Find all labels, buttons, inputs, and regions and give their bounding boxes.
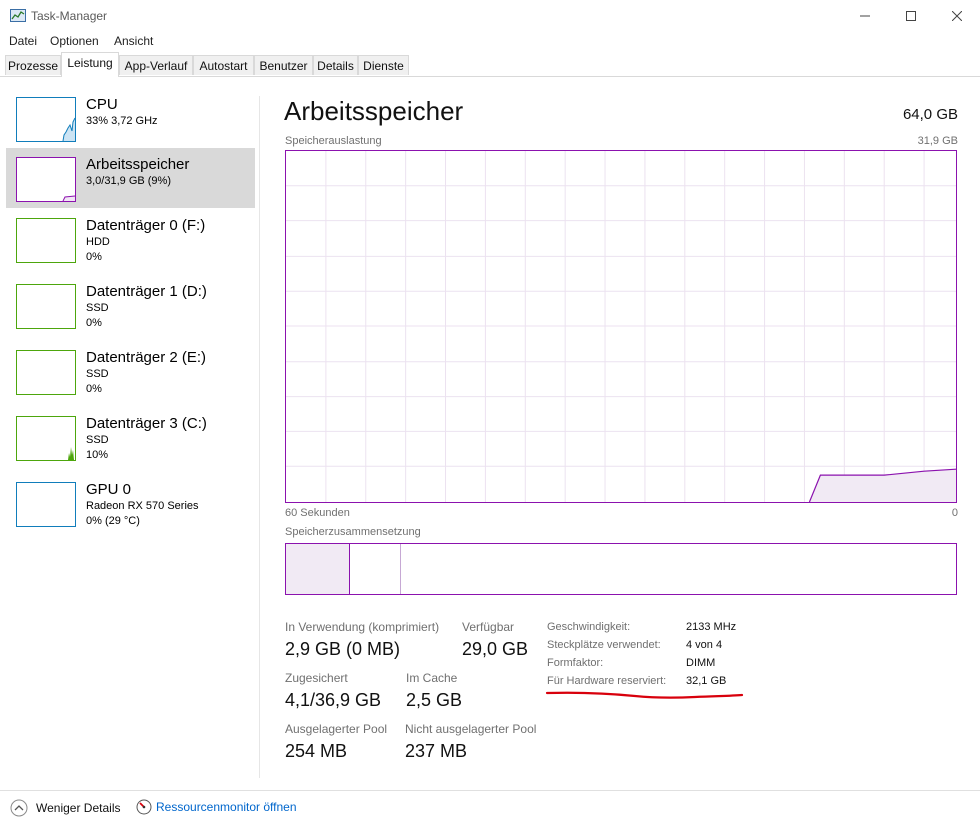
usage-graph-max: 31,9 GB bbox=[917, 135, 958, 147]
sidebar-title-disk3: Datenträger 3 (C:) bbox=[86, 415, 207, 432]
resource-monitor-icon bbox=[136, 799, 152, 815]
sidebar-type-disk2: SSD bbox=[86, 368, 109, 380]
task-manager-icon bbox=[10, 9, 26, 22]
hardware-reserved-value: 32,1 GB bbox=[686, 675, 727, 687]
tab-benutzer[interactable]: Benutzer bbox=[254, 55, 313, 75]
resource-monitor-link[interactable]: Ressourcenmonitor öffnen bbox=[136, 799, 297, 815]
fewer-details-label: Weniger Details bbox=[36, 801, 121, 815]
menu-ansicht[interactable]: Ansicht bbox=[114, 34, 153, 48]
sidebar-title-cpu: CPU bbox=[86, 96, 118, 113]
tab-dienste[interactable]: Dienste bbox=[358, 55, 409, 75]
graph-time-left: 60 Sekunden bbox=[285, 507, 350, 519]
hardware-reserved-label: Für Hardware reserviert: bbox=[547, 675, 667, 687]
close-button[interactable] bbox=[934, 0, 980, 31]
slots-value: 4 von 4 bbox=[686, 639, 723, 651]
sidebar-item-disk0[interactable]: Datenträger 0 (F:) HDD 0% bbox=[6, 212, 255, 272]
window-title: Task-Manager bbox=[31, 9, 108, 23]
sidebar-item-disk3[interactable]: Datenträger 3 (C:) SSD 10% bbox=[6, 410, 255, 470]
menu-optionen[interactable]: Optionen bbox=[50, 34, 99, 48]
committed-label: Zugesichert bbox=[285, 671, 348, 685]
chevron-up-circle-icon bbox=[10, 799, 28, 817]
composition-label: Speicherzusammensetzung bbox=[285, 526, 421, 538]
cached-value: 2,5 GB bbox=[406, 690, 463, 710]
close-icon bbox=[952, 10, 962, 21]
graph-time-right: 0 bbox=[951, 507, 958, 519]
tab-prozesse[interactable]: Prozesse bbox=[5, 55, 61, 75]
composition-modified bbox=[350, 544, 401, 594]
minimize-button[interactable] bbox=[842, 0, 888, 31]
tab-bar: Prozesse Leistung App-Verlauf Autostart … bbox=[0, 51, 980, 77]
disk0-thumbnail-graph bbox=[16, 218, 76, 263]
menu-datei[interactable]: Datei bbox=[9, 34, 37, 48]
sidebar-title-gpu0: GPU 0 bbox=[86, 481, 132, 498]
paged-pool-label: Ausgelagerter Pool bbox=[285, 722, 388, 736]
slots-label: Steckplätze verwendet: bbox=[547, 639, 661, 651]
in-use-value: 2,9 GB (0 MB) bbox=[285, 639, 401, 659]
page-title: Arbeitsspeicher bbox=[284, 96, 464, 126]
sidebar-usage-disk2: 0% bbox=[86, 383, 102, 395]
footer-bar: Weniger Details Ressourcenmonitor öffnen bbox=[0, 790, 980, 834]
maximize-button[interactable] bbox=[888, 0, 934, 31]
minimize-icon bbox=[860, 15, 870, 16]
sidebar-title-disk1: Datenträger 1 (D:) bbox=[86, 283, 207, 300]
sidebar-item-gpu0[interactable]: GPU 0 Radeon RX 570 Series 0% (29 °C) bbox=[6, 476, 255, 536]
sidebar-model-gpu0: Radeon RX 570 Series bbox=[86, 500, 199, 512]
title-bar: Task-Manager bbox=[0, 0, 980, 31]
sidebar-item-cpu[interactable]: CPU 33% 3,72 GHz bbox=[6, 90, 255, 150]
sidebar-title-disk2: Datenträger 2 (E:) bbox=[86, 349, 207, 366]
tab-autostart[interactable]: Autostart bbox=[193, 55, 254, 75]
cpu-thumbnail-graph bbox=[16, 97, 76, 142]
sidebar-type-disk3: SSD bbox=[86, 434, 109, 446]
disk2-thumbnail-graph bbox=[16, 350, 76, 395]
sidebar-item-disk2[interactable]: Datenträger 2 (E:) SSD 0% bbox=[6, 344, 255, 404]
sidebar-type-disk1: SSD bbox=[86, 302, 109, 314]
paged-pool-value: 254 MB bbox=[285, 741, 348, 761]
in-use-label: In Verwendung (komprimiert) bbox=[285, 620, 440, 634]
sidebar-title-disk0: Datenträger 0 (F:) bbox=[86, 217, 206, 234]
memory-composition-bar bbox=[285, 543, 957, 595]
tab-details[interactable]: Details bbox=[313, 55, 358, 75]
nonpaged-pool-value: 237 MB bbox=[405, 741, 468, 761]
sidebar-sub-cpu: 33% 3,72 GHz bbox=[86, 115, 158, 127]
sidebar-divider bbox=[259, 96, 260, 778]
performance-sidebar: CPU 33% 3,72 GHz Arbeitsspeicher 3,0/31,… bbox=[0, 90, 258, 770]
available-label: Verfügbar bbox=[462, 620, 515, 634]
committed-value: 4,1/36,9 GB bbox=[285, 690, 382, 710]
speed-value: 2133 MHz bbox=[686, 621, 737, 633]
sidebar-title-memory: Arbeitsspeicher bbox=[86, 156, 190, 173]
sidebar-item-memory[interactable]: Arbeitsspeicher 3,0/31,9 GB (9%) bbox=[6, 148, 255, 208]
composition-in-use bbox=[286, 544, 350, 594]
sidebar-usage-gpu0: 0% (29 °C) bbox=[86, 515, 140, 527]
disk1-thumbnail-graph bbox=[16, 284, 76, 329]
resource-monitor-label: Ressourcenmonitor öffnen bbox=[156, 800, 297, 814]
form-factor-label: Formfaktor: bbox=[547, 657, 604, 669]
usage-graph-label: Speicherauslastung bbox=[285, 135, 382, 147]
memory-usage-graph bbox=[285, 150, 957, 503]
memory-total: 64,0 GB bbox=[902, 106, 958, 123]
speed-label: Geschwindigkeit: bbox=[547, 621, 631, 633]
gpu0-thumbnail-graph bbox=[16, 482, 76, 527]
sidebar-item-disk1[interactable]: Datenträger 1 (D:) SSD 0% bbox=[6, 278, 255, 338]
disk3-thumbnail-graph bbox=[16, 416, 76, 461]
sidebar-sub-memory: 3,0/31,9 GB (9%) bbox=[86, 175, 171, 187]
tab-app-verlauf[interactable]: App-Verlauf bbox=[119, 55, 193, 75]
sidebar-usage-disk3: 10% bbox=[86, 449, 109, 461]
sidebar-type-disk0: HDD bbox=[86, 236, 110, 248]
fewer-details-button[interactable]: Weniger Details bbox=[10, 799, 120, 817]
tab-leistung[interactable]: Leistung bbox=[61, 52, 119, 77]
available-value: 29,0 GB bbox=[462, 639, 529, 659]
sidebar-usage-disk1: 0% bbox=[86, 317, 102, 329]
maximize-icon bbox=[906, 10, 916, 21]
nonpaged-pool-label: Nicht ausgelagerter Pool bbox=[405, 722, 537, 736]
sidebar-usage-disk0: 0% bbox=[86, 251, 102, 263]
menu-bar: Datei Optionen Ansicht bbox=[0, 31, 980, 51]
form-factor-value: DIMM bbox=[686, 657, 716, 669]
memory-thumbnail-graph bbox=[16, 157, 76, 202]
cached-label: Im Cache bbox=[406, 671, 458, 685]
red-underline-annotation bbox=[545, 691, 744, 699]
